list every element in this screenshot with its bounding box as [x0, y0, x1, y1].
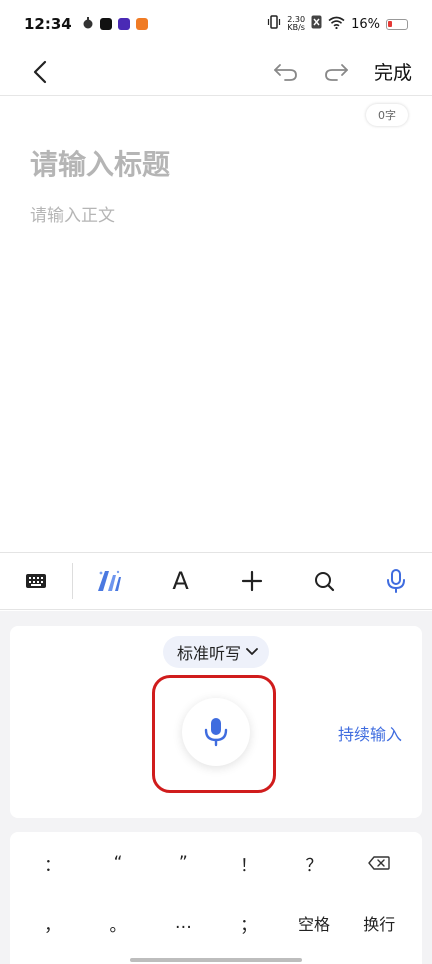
key-colon[interactable]: ：: [20, 838, 85, 888]
battery-icon: [386, 18, 408, 30]
app-purple-icon: [117, 18, 130, 30]
undo-icon: [274, 63, 297, 81]
plus-icon: [242, 570, 263, 592]
back-button[interactable]: [24, 56, 56, 88]
punctuation-keyboard: ： “ ” ！ ？ ， 。 … ； 空格 换行: [10, 832, 422, 964]
body-input[interactable]: 请输入正文: [30, 201, 115, 226]
keyboard-row-1: ： “ ” ！ ？: [20, 838, 412, 888]
word-count-badge: 0字: [366, 104, 408, 126]
status-right: 2.30 KB/s 16%: [267, 15, 408, 33]
notification-app-icon: [82, 15, 94, 33]
top-toolbar: 完成: [0, 48, 432, 96]
done-button[interactable]: 完成: [370, 58, 416, 85]
sim-off-icon: [311, 15, 322, 33]
ai-writing-icon: [97, 570, 121, 591]
status-time: 12:34: [24, 15, 72, 33]
title-input[interactable]: 请输入标题: [30, 143, 170, 183]
status-bar: 12:34 2.30 KB/s 16%: [0, 0, 432, 48]
text-style-button[interactable]: A: [145, 553, 217, 609]
redo-icon: [325, 63, 348, 81]
status-left: 12:34: [24, 15, 148, 33]
enter-key[interactable]: 换行: [347, 898, 412, 948]
search-button[interactable]: [288, 553, 360, 609]
voice-input-card: 标准听写 持续输入: [10, 626, 422, 818]
microphone-icon: [204, 718, 228, 747]
insert-button[interactable]: [216, 553, 288, 609]
key-ellipsis[interactable]: …: [151, 898, 216, 948]
backspace-key[interactable]: [347, 838, 412, 888]
format-toolbar: A: [0, 552, 432, 610]
key-right-quote[interactable]: ”: [151, 838, 216, 888]
tiktok-icon: [99, 18, 112, 30]
search-icon: [315, 572, 335, 592]
redo-button[interactable]: [320, 56, 352, 88]
keyboard-toggle-button[interactable]: [0, 553, 72, 609]
home-indicator[interactable]: [130, 958, 302, 962]
chevron-down-icon: [246, 648, 258, 655]
key-semicolon[interactable]: ；: [216, 898, 281, 948]
key-left-quote[interactable]: “: [85, 838, 150, 888]
key-question[interactable]: ？: [281, 838, 346, 888]
app-orange-icon: [135, 18, 148, 30]
dictation-mode-label: 标准听写: [177, 644, 242, 663]
ai-writing-button[interactable]: [73, 553, 145, 609]
key-period[interactable]: 。: [85, 898, 150, 948]
key-comma[interactable]: ，: [20, 898, 85, 948]
dictation-mode-selector[interactable]: 标准听写: [163, 636, 270, 668]
wifi-icon: [328, 16, 345, 33]
keyboard-row-2: ， 。 … ； 空格 换行: [20, 898, 412, 948]
undo-button[interactable]: [270, 56, 302, 88]
editor-area: 0字 请输入标题 请输入正文: [0, 97, 432, 552]
start-dictation-button[interactable]: [182, 698, 250, 766]
back-arrow-icon: [33, 60, 47, 83]
keyboard-icon: [25, 574, 46, 588]
space-key[interactable]: 空格: [281, 898, 346, 948]
net-speed: 2.30 KB/s: [287, 15, 306, 32]
text-style-icon: A: [172, 567, 189, 595]
battery-percent: 16%: [351, 16, 380, 32]
key-exclamation[interactable]: ！: [216, 838, 281, 888]
continuous-input-button[interactable]: 持续输入: [338, 721, 402, 745]
voice-input-button[interactable]: [360, 553, 432, 609]
microphone-icon: [387, 569, 406, 593]
toolbar-right: 完成: [270, 56, 416, 88]
vibrate-icon: [267, 15, 281, 33]
backspace-icon: [368, 856, 390, 870]
